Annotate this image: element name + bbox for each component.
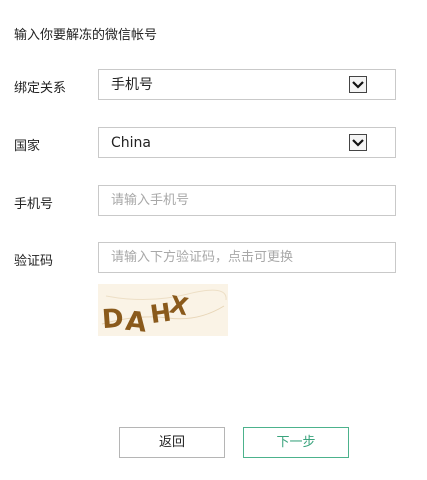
unfreeze-account-page: 输入你要解冻的微信帐号 绑定关系 手机号 国家 China 手机号 验证码 D … [0, 0, 427, 480]
country-select-value: China [111, 135, 151, 151]
page-title: 输入你要解冻的微信帐号 [14, 28, 158, 43]
country-select[interactable]: China [98, 127, 396, 158]
country-label: 国家 [14, 139, 41, 154]
binding-select-value: 手机号 [111, 77, 153, 93]
binding-select[interactable]: 手机号 [98, 69, 396, 100]
captcha-label: 验证码 [14, 254, 54, 269]
captcha-drawing: D A H X [98, 284, 228, 336]
phone-label: 手机号 [14, 197, 54, 212]
svg-text:D: D [101, 304, 125, 335]
binding-label: 绑定关系 [14, 81, 67, 96]
back-button[interactable]: 返回 [119, 427, 225, 458]
phone-input[interactable] [98, 185, 396, 216]
captcha-image[interactable]: D A H X [98, 284, 228, 336]
chevron-down-icon[interactable] [349, 134, 367, 151]
chevron-down-icon[interactable] [349, 76, 367, 93]
captcha-input[interactable] [98, 242, 396, 273]
svg-text:A: A [124, 306, 148, 336]
next-step-button[interactable]: 下一步 [243, 427, 349, 458]
